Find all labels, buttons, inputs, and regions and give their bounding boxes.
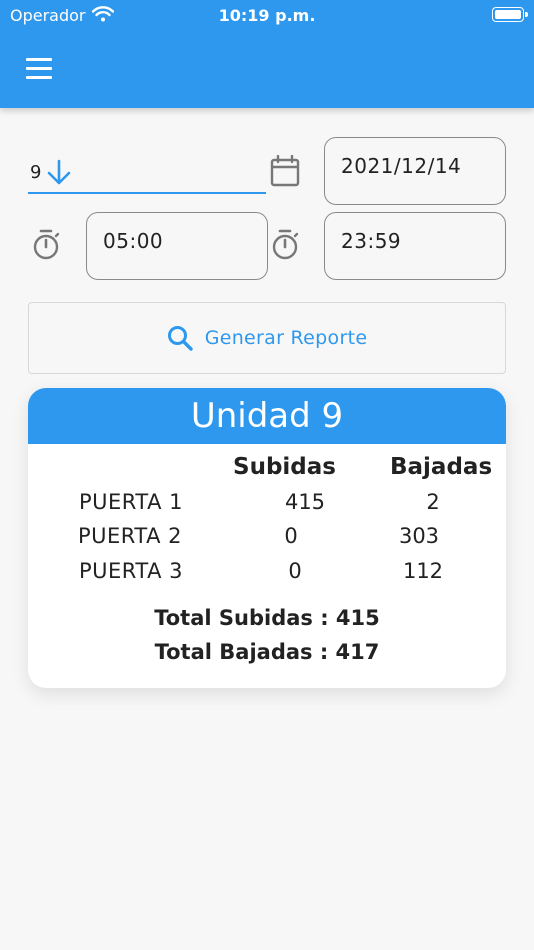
generate-report-button[interactable]: Generar Reporte [28,302,506,374]
app-bar: Operador 10:19 p.m. [0,0,534,108]
subidas-value: 0 [288,559,302,583]
column-header-subidas: Subidas [233,454,336,480]
door-label: PUERTA 2 [78,524,182,548]
unit-value: 9 [30,162,42,183]
total-subidas: Total Subidas : 415 [154,606,380,630]
end-time-field[interactable]: 23:59 [324,212,506,280]
menu-button[interactable] [26,58,54,80]
column-header-bajadas: Bajadas [390,454,493,480]
report-title: Unidad 9 [28,388,506,444]
subidas-value: 0 [284,524,298,548]
door-label: PUERTA 1 [79,490,183,514]
date-field[interactable]: 2021/12/14 [324,137,506,205]
subidas-value: 415 [284,490,326,514]
bajadas-value: 112 [402,559,444,583]
generate-report-label: Generar Reporte [204,327,368,349]
unit-input[interactable]: 9 [28,150,266,194]
battery-icon [492,7,528,22]
timer-icon[interactable] [31,229,61,261]
door-label: PUERTA 3 [79,559,183,583]
timer-icon[interactable] [270,229,300,261]
end-time-value: 23:59 [341,229,402,253]
status-time: 10:19 p.m. [218,6,316,25]
arrow-down-icon[interactable] [46,158,72,186]
start-time-field[interactable]: 05:00 [86,212,268,280]
date-value: 2021/12/14 [341,154,462,178]
search-icon [167,326,193,351]
bajadas-value: 303 [398,524,440,548]
start-time-value: 05:00 [103,229,164,253]
calendar-icon[interactable] [270,155,300,187]
bajadas-value: 2 [426,490,440,514]
total-bajadas: Total Bajadas : 417 [154,640,380,664]
report-card: Unidad 9 Subidas Bajadas PUERTA 1 415 2 … [28,388,506,688]
